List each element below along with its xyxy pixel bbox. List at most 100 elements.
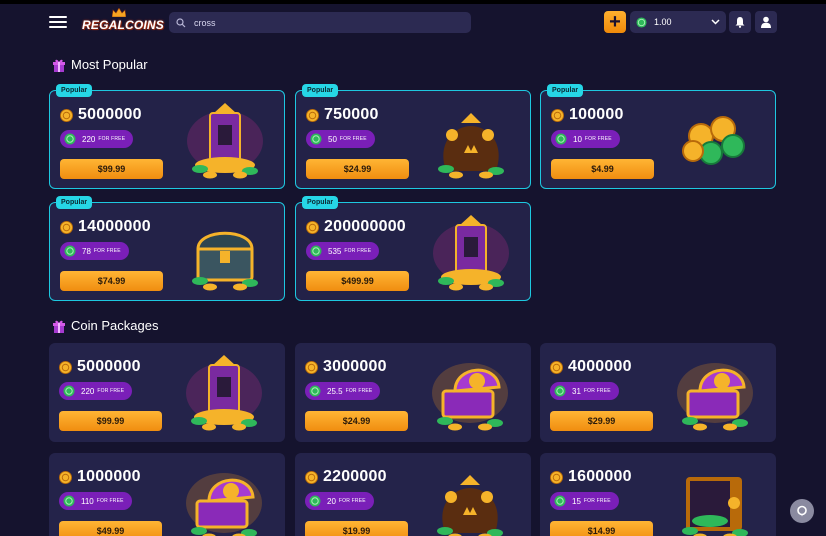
- coin-amount: 750000: [324, 106, 379, 123]
- free-bonus-pill: 535 FOR FREE: [306, 242, 380, 260]
- sweep-coin-icon: [309, 495, 321, 507]
- brand-logo[interactable]: REGALCOINS: [82, 8, 164, 34]
- balance-selector[interactable]: 1.00: [630, 11, 726, 33]
- coin-package-card[interactable]: 3000000 25.5 FOR FREE $24.99: [295, 343, 531, 442]
- free-bonus-label: FOR FREE: [345, 388, 373, 394]
- free-bonus-amount: 78: [82, 246, 91, 256]
- sweep-coin-icon: [63, 495, 75, 507]
- open-chest-illustration: [677, 363, 753, 431]
- free-bonus-pill: 20 FOR FREE: [305, 492, 374, 510]
- coin-package-card[interactable]: 1000000 110 FOR FREE $49.99: [49, 453, 285, 536]
- popular-offer-card[interactable]: Popular 100000 10 FOR FREE $4.99: [540, 84, 776, 189]
- user-icon: [761, 16, 771, 28]
- buy-button[interactable]: $499.99: [306, 271, 409, 291]
- free-bonus-pill: 220 FOR FREE: [60, 130, 134, 148]
- coin-amount-row: 750000: [306, 106, 379, 124]
- buy-button[interactable]: $14.99: [550, 521, 653, 536]
- chevron-down-icon: [711, 19, 720, 25]
- popular-offer-card[interactable]: Popular 14000000 78 FOR FREE $74.99: [49, 196, 285, 301]
- coin-amount: 100000: [569, 106, 624, 123]
- treasure-pile-illustration: [186, 355, 262, 431]
- coin-package-card[interactable]: 2200000 20 FOR FREE $19.99: [295, 453, 531, 536]
- free-bonus-label: FOR FREE: [338, 498, 366, 504]
- popular-offer-card[interactable]: Popular 200000000 535 FOR FREE $499.99: [295, 196, 531, 301]
- coin-amount-row: 1000000: [59, 468, 141, 486]
- search-bar[interactable]: [169, 12, 471, 33]
- sweep-coin-icon: [555, 133, 567, 145]
- coin-amount-row: 3000000: [305, 358, 387, 376]
- free-bonus-amount: 220: [81, 386, 95, 396]
- coin-bag-illustration: [437, 475, 503, 536]
- coin-package-card[interactable]: 4000000 31 FOR FREE $29.99: [540, 343, 776, 442]
- coin-amount: 1000000: [77, 468, 141, 485]
- popular-offer-card[interactable]: Popular 750000 50 FOR FREE $24.99: [295, 84, 531, 189]
- buy-button[interactable]: $24.99: [306, 159, 409, 179]
- buy-button[interactable]: $99.99: [60, 159, 163, 179]
- search-icon: [176, 17, 186, 27]
- popular-badge: Popular: [547, 84, 584, 97]
- gold-coin-icon: [60, 108, 73, 122]
- treasure-pile-illustration: [187, 103, 263, 179]
- gold-coin-icon: [551, 108, 564, 122]
- free-bonus-amount: 20: [327, 496, 336, 506]
- hamburger-menu-icon[interactable]: [49, 16, 67, 28]
- free-bonus-label: FOR FREE: [98, 136, 126, 142]
- free-bonus-label: FOR FREE: [584, 136, 612, 142]
- free-bonus-label: FOR FREE: [344, 248, 372, 254]
- sweep-coin-icon: [64, 133, 76, 145]
- free-bonus-amount: 15: [572, 496, 581, 506]
- chat-support-button[interactable]: [790, 499, 814, 523]
- search-input[interactable]: [194, 17, 454, 28]
- buy-button[interactable]: $19.99: [305, 521, 408, 536]
- buy-button[interactable]: $4.99: [551, 159, 654, 179]
- buy-button[interactable]: $24.99: [305, 411, 408, 431]
- free-bonus-amount: 50: [328, 134, 337, 144]
- coin-amount-row: 5000000: [60, 106, 142, 124]
- free-bonus-pill: 50 FOR FREE: [306, 130, 375, 148]
- coin-amount-row: 1600000: [550, 468, 632, 486]
- free-bonus-label: FOR FREE: [96, 498, 124, 504]
- sweep-coin-icon: [310, 133, 322, 145]
- gold-coin-icon: [550, 470, 563, 484]
- sweep-coin-icon: [64, 245, 76, 257]
- popular-offer-card[interactable]: Popular 5000000 220 FOR FREE $99.99: [49, 84, 285, 189]
- coin-amount: 5000000: [78, 106, 142, 123]
- buy-button[interactable]: $29.99: [550, 411, 653, 431]
- free-bonus-label: FOR FREE: [583, 388, 611, 394]
- notifications-button[interactable]: [729, 11, 751, 33]
- coin-amount: 3000000: [323, 358, 387, 375]
- sweep-coin-icon: [554, 495, 566, 507]
- sweep-coin-icon: [309, 385, 321, 397]
- sweep-coin-icon: [554, 385, 566, 397]
- coin-amount: 2200000: [323, 468, 387, 485]
- coin-amount: 200000000: [324, 218, 406, 235]
- section-title-text: Coin Packages: [71, 318, 159, 333]
- gold-coin-icon: [550, 360, 563, 374]
- gift-icon: [53, 320, 65, 333]
- gold-coin-icon: [305, 360, 318, 374]
- buy-button[interactable]: $49.99: [59, 521, 162, 536]
- free-bonus-pill: 220 FOR FREE: [59, 382, 133, 400]
- free-bonus-label: FOR FREE: [339, 136, 367, 142]
- vault-illustration: [682, 477, 748, 536]
- coin-amount: 1600000: [568, 468, 632, 485]
- gold-coin-icon: [305, 470, 318, 484]
- free-bonus-amount: 10: [573, 134, 582, 144]
- coin-package-card[interactable]: 5000000 220 FOR FREE $99.99: [49, 343, 285, 442]
- free-bonus-pill: 78 FOR FREE: [60, 242, 129, 260]
- crown-icon: [112, 8, 126, 17]
- free-bonus-amount: 25.5: [327, 386, 343, 396]
- popular-badge: Popular: [56, 196, 93, 209]
- gold-coin-icon: [59, 470, 72, 484]
- coin-package-card[interactable]: 1600000 15 FOR FREE $14.99: [540, 453, 776, 536]
- profile-button[interactable]: [755, 11, 777, 33]
- bell-icon: [735, 17, 745, 28]
- gold-coin-icon: [59, 360, 72, 374]
- coin-amount-row: 2200000: [305, 468, 387, 486]
- coin-amount-row: 100000: [551, 106, 624, 124]
- buy-button[interactable]: $99.99: [59, 411, 162, 431]
- free-bonus-pill: 31 FOR FREE: [550, 382, 619, 400]
- coin-amount-row: 4000000: [550, 358, 632, 376]
- add-funds-button[interactable]: +: [604, 11, 626, 33]
- buy-button[interactable]: $74.99: [60, 271, 163, 291]
